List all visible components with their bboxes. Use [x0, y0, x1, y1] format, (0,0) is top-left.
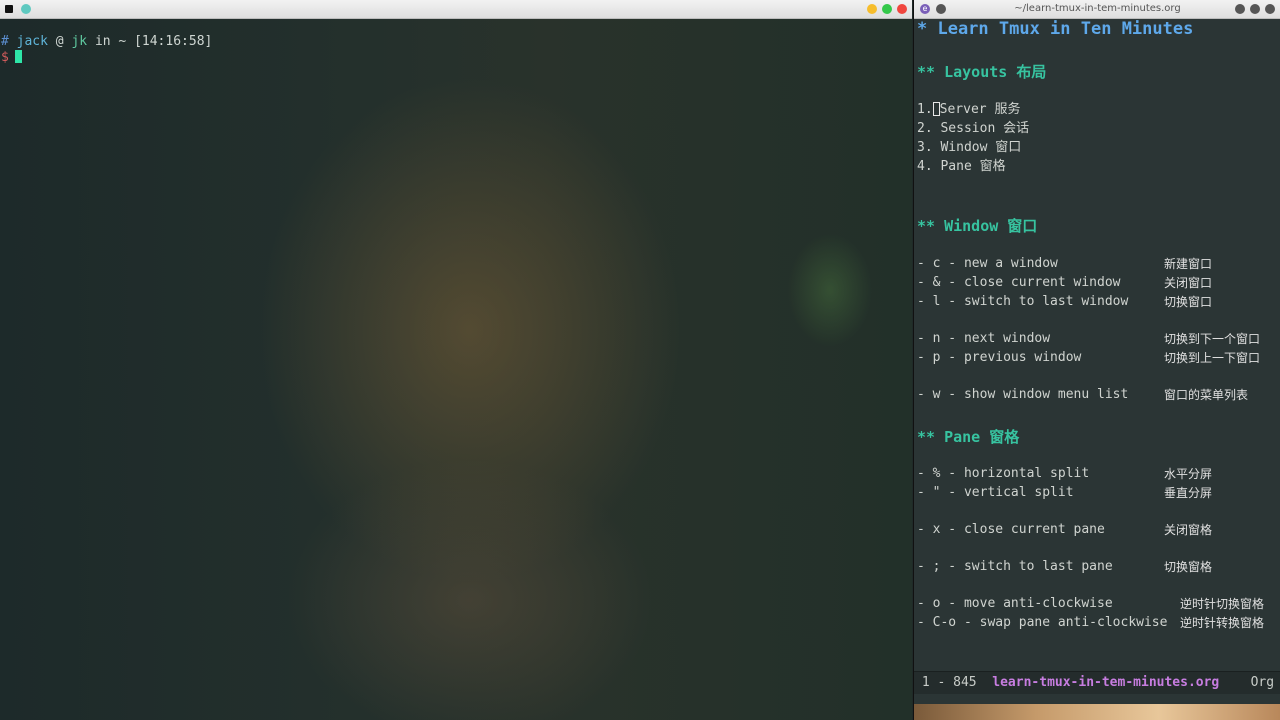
editor-cursor[interactable]	[932, 102, 940, 116]
terminal-titlebar[interactable]	[0, 0, 912, 19]
terminal-prompt: # jack @ jk in ~ [14:16:58] $	[1, 34, 212, 66]
list-number: 4.	[917, 159, 933, 174]
window-cmd: - w - show window menu list	[917, 387, 1129, 402]
pane-cmd: - x - close current pane	[917, 522, 1105, 537]
terminal-window[interactable]: # jack @ jk in ~ [14:16:58] $	[0, 0, 912, 720]
window-cmd-zh: 新建窗口	[1164, 257, 1213, 271]
prompt-hash: #	[1, 34, 9, 49]
terminal-cursor[interactable]	[14, 50, 22, 63]
window-cmd-zh: 关闭窗口	[1164, 276, 1213, 290]
close-button[interactable]	[897, 4, 907, 14]
modeline-mode: Org	[1250, 675, 1275, 690]
list-number: 2.	[917, 121, 933, 136]
prompt-user: jack	[16, 34, 48, 49]
terminal-menu-icon[interactable]	[21, 4, 31, 14]
layout-item: 3. Window 窗口	[917, 140, 1021, 156]
layouts-heading: ** Layouts 布局	[917, 63, 1047, 81]
pane-cmd-zh: 切换窗格	[1164, 560, 1213, 574]
editor-close-button[interactable]	[1265, 4, 1275, 14]
pane-heading: ** Pane 窗格	[917, 428, 1020, 446]
editor-window[interactable]: e ~/learn-tmux-in-tem-minutes.org * Lear…	[913, 0, 1280, 720]
prompt-dir: ~	[118, 34, 127, 49]
pane-cmd: - C-o - swap pane anti-clockwise	[917, 615, 1168, 630]
pane-cmd-zh: 关闭窗格	[1164, 523, 1213, 537]
window-cmd: - p - previous window	[917, 350, 1082, 365]
window-cmd: - n - next window	[917, 331, 1051, 346]
desktop-wallpaper-strip	[914, 704, 1280, 720]
prompt-at: @	[55, 34, 64, 49]
list-text: Session 会话	[940, 121, 1030, 136]
window-cmd-zh: 切换到上一下窗口	[1164, 351, 1261, 365]
prompt-in: in	[94, 34, 111, 49]
prompt-time: [14:16:58]	[134, 34, 213, 49]
doc-title: * Learn Tmux in Ten Minutes	[917, 19, 1194, 39]
terminal-app-icon	[5, 5, 13, 13]
modeline-filename: learn-tmux-in-tem-minutes.org	[992, 675, 1220, 690]
window-cmd-zh: 窗口的菜单列表	[1164, 388, 1249, 402]
maximize-button[interactable]	[882, 4, 892, 14]
pane-cmd-zh: 逆时针切换窗格	[1180, 597, 1265, 611]
editor-title: ~/learn-tmux-in-tem-minutes.org	[1014, 3, 1181, 14]
pane-cmd: - " - vertical split	[917, 485, 1074, 500]
editor-titlebar[interactable]: e ~/learn-tmux-in-tem-minutes.org	[914, 0, 1280, 19]
pane-cmd-zh: 垂直分屏	[1164, 486, 1213, 500]
list-number: 1.	[917, 102, 933, 117]
list-text: Pane 窗格	[940, 159, 1006, 174]
pane-cmd: - % - horizontal split	[917, 466, 1090, 481]
layout-item: 1. Server 服务	[917, 102, 1020, 118]
modeline-position: 1 - 845	[921, 675, 977, 690]
prompt-dollar: $	[1, 50, 9, 65]
list-text: Server 服务	[939, 102, 1021, 117]
layout-item: 4. Pane 窗格	[917, 159, 1006, 175]
window-cmd: - c - new a window	[917, 256, 1058, 271]
pane-cmd-zh: 逆时针转换窗格	[1180, 616, 1265, 630]
pane-cmd: - o - move anti-clockwise	[917, 596, 1113, 611]
pane-cmd: - ; - switch to last pane	[917, 559, 1113, 574]
editor-modeline: 1 - 845 learn-tmux-in-tem-minutes.org Or…	[914, 671, 1280, 694]
editor-maximize-button[interactable]	[1250, 4, 1260, 14]
list-number: 3.	[917, 140, 933, 155]
minimize-button[interactable]	[867, 4, 877, 14]
prompt-host: jk	[71, 34, 88, 49]
layout-item: 2. Session 会话	[917, 121, 1029, 137]
window-cmd-zh: 切换窗口	[1164, 295, 1213, 309]
window-heading: ** Window 窗口	[917, 217, 1038, 235]
list-text: Window 窗口	[940, 140, 1022, 155]
window-cmd: - l - switch to last window	[917, 294, 1129, 309]
pane-cmd-zh: 水平分屏	[1164, 467, 1213, 481]
window-cmd-zh: 切换到下一个窗口	[1164, 332, 1261, 346]
window-cmd: - & - close current window	[917, 275, 1121, 290]
editor-minimize-button[interactable]	[1235, 4, 1245, 14]
